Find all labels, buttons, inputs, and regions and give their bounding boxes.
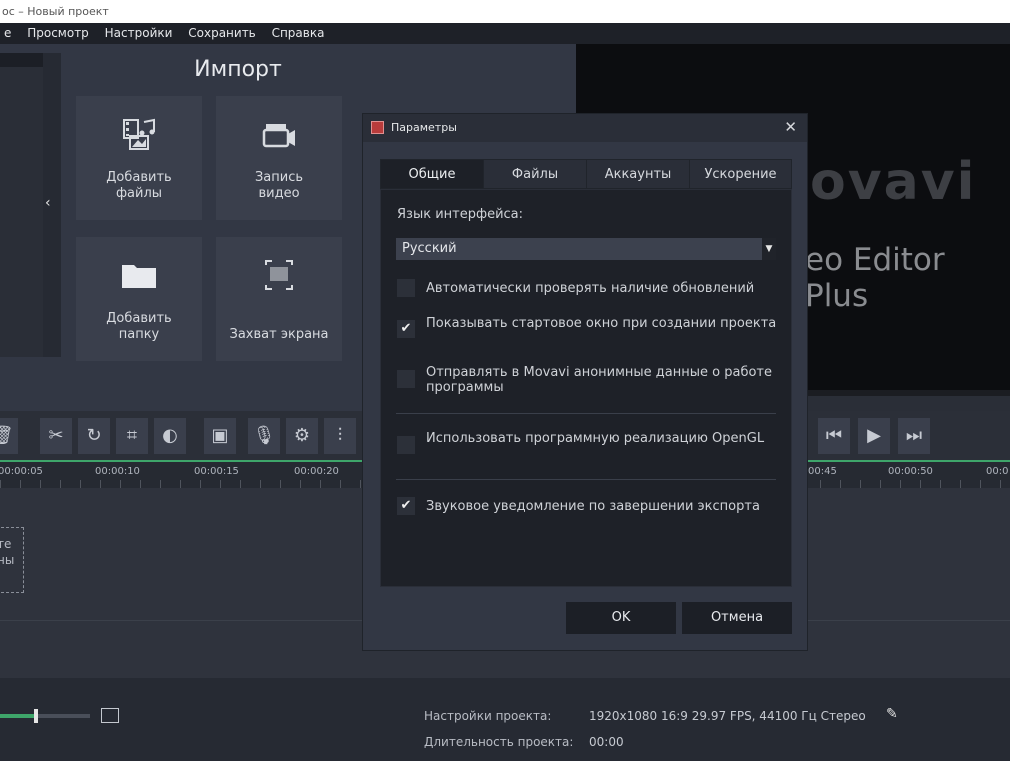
language-select-value: Русский [402, 241, 457, 256]
menu-item-help[interactable]: Справка [272, 23, 325, 44]
software-opengl-label: Использовать программную реализацию Open… [426, 431, 765, 446]
app-logo-icon [371, 121, 384, 134]
import-sidebar-header [0, 53, 43, 67]
dialog-tabs: Общие Файлы Аккаунты Ускорение [380, 159, 792, 189]
menu-item-save[interactable]: Сохранить [188, 23, 256, 44]
screen-capture-icon [260, 259, 298, 291]
import-title: Импорт [194, 57, 282, 82]
movavi-logo: ovavi [810, 152, 977, 212]
cancel-button[interactable]: Отмена [682, 602, 792, 634]
pencil-icon[interactable]: ✎ [886, 706, 898, 722]
timeline-scale-knob[interactable] [34, 709, 38, 723]
record-video-button[interactable]: Запись видео [216, 96, 342, 220]
close-icon[interactable]: ✕ [784, 118, 797, 136]
timeline-scale-fill [0, 714, 36, 718]
tile-label: Добавить [106, 311, 172, 326]
skip-back-icon[interactable]: ⏮ [818, 418, 850, 454]
ruler-mark: 00:00:10 [95, 466, 140, 477]
tile-label: Запись [254, 170, 304, 185]
chevron-left-icon[interactable]: ‹ [45, 195, 51, 211]
image-icon[interactable]: ▣ [204, 418, 236, 454]
microphone-icon[interactable]: 🎙 [248, 418, 280, 454]
drop-hint: те [0, 537, 12, 551]
tile-label: видео [258, 186, 300, 201]
preview-subtitle: eo Editor Plus [805, 242, 945, 314]
software-opengl-checkbox[interactable] [397, 436, 415, 454]
divider [396, 413, 776, 414]
auto-update-checkbox[interactable] [397, 279, 415, 297]
ruler-mark: 00:00:05 [0, 466, 43, 477]
project-duration-value: 00:00 [589, 735, 624, 749]
project-settings-value: 1920x1080 16:9 29.97 FPS, 44100 Гц Стере… [589, 709, 866, 723]
video-camera-icon [260, 118, 298, 150]
export-sound-checkbox[interactable]: ✔ [397, 497, 415, 515]
send-anonymous-data-label: Отправлять в Movavi анонимные данные о р… [426, 365, 773, 395]
show-start-window-checkbox[interactable]: ✔ [397, 320, 415, 338]
skip-forward-icon[interactable]: ⏭ [898, 418, 930, 454]
menu-item-view[interactable]: Просмотр [27, 23, 89, 44]
folder-icon [120, 259, 158, 291]
language-label: Язык интерфейса: [397, 207, 524, 222]
tile-label: файлы [115, 186, 163, 201]
language-select[interactable]: Русский ▼ [396, 238, 776, 260]
window-title: ос – Новый проект [0, 0, 1010, 23]
divider [396, 479, 776, 480]
tile-label: Добавить [106, 170, 172, 185]
add-files-button[interactable]: Добавить файлы [76, 96, 202, 220]
tab-accounts[interactable]: Аккаунты [586, 159, 690, 189]
auto-update-label: Автоматически проверять наличие обновлен… [426, 281, 755, 296]
ruler-mark: 00:0 [986, 466, 1009, 477]
ruler-mark: 00:00:50 [888, 466, 933, 477]
equalizer-icon[interactable]: ⫶ [324, 418, 356, 454]
tab-acceleration[interactable]: Ускорение [689, 159, 792, 189]
menu-bar: е Просмотр Настройки Сохранить Справка [0, 23, 1010, 44]
menu-item-edit[interactable]: е [4, 23, 11, 44]
delete-icon[interactable]: 🗑 [0, 418, 18, 454]
project-settings-label: Настройки проекта: [424, 709, 552, 723]
settings-dialog: Параметры ✕ Общие Файлы Аккаунты Ускорен… [362, 113, 808, 651]
menu-item-settings[interactable]: Настройки [105, 23, 173, 44]
tile-label: папку [118, 327, 160, 342]
rotate-icon[interactable]: ↻ [78, 418, 110, 454]
drop-hint: ны [0, 553, 15, 567]
tab-general[interactable]: Общие [380, 159, 484, 189]
play-icon[interactable]: ▶ [858, 418, 890, 454]
gear-icon[interactable]: ⚙ [286, 418, 318, 454]
crop-icon[interactable]: ⌗ [116, 418, 148, 454]
import-sidebar [0, 53, 43, 357]
media-drop-area[interactable]: те ны [0, 527, 24, 593]
project-duration-label: Длительность проекта: [424, 735, 574, 749]
tile-label: Захват экрана [229, 327, 329, 342]
add-folder-button[interactable]: Добавить папку [76, 237, 202, 361]
dialog-title: Параметры [363, 114, 807, 142]
ruler-mark: 00:45 [808, 466, 837, 477]
export-sound-label: Звуковое уведомление по завершении экспо… [426, 499, 760, 514]
show-start-window-label: Показывать стартовое окно при создании п… [426, 316, 777, 331]
ruler-mark: 00:00:15 [194, 466, 239, 477]
ok-button[interactable]: OK [566, 602, 676, 634]
scissors-icon[interactable]: ✂ [40, 418, 72, 454]
screen-capture-button[interactable]: Захват экрана [216, 237, 342, 361]
color-adjust-icon[interactable]: ◐ [154, 418, 186, 454]
tab-files[interactable]: Файлы [483, 159, 587, 189]
add-files-icon [120, 118, 158, 150]
triangle-down-icon[interactable]: ▼ [762, 238, 776, 260]
film-icon[interactable] [101, 708, 119, 723]
send-anonymous-data-checkbox[interactable] [397, 370, 415, 388]
ruler-mark: 00:00:20 [294, 466, 339, 477]
